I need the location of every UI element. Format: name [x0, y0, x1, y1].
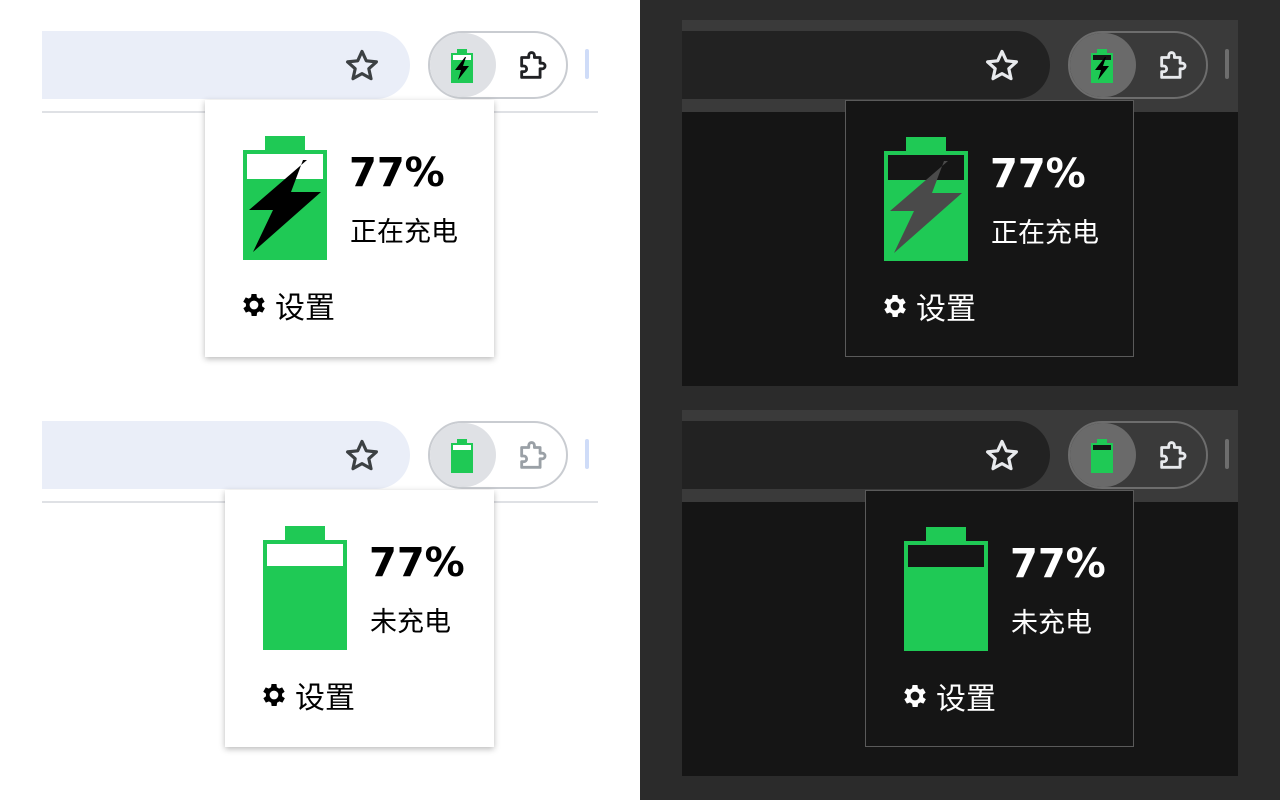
light-not-charging-scene: 77% 未充电 设置 — [0, 390, 640, 780]
light-theme-column: 77% 正在充电 设置 77% 未充电 设置 — [0, 0, 640, 800]
settings-button[interactable]: 设置 — [259, 676, 355, 716]
star-icon[interactable] — [983, 437, 1021, 475]
toolbar-edge-marker — [585, 49, 589, 79]
settings-button[interactable]: 设置 — [239, 286, 335, 326]
battery-charging-icon — [884, 137, 968, 261]
star-icon[interactable] — [983, 47, 1021, 85]
battery-popup: 77% 未充电 设置 — [865, 490, 1134, 747]
battery-icon — [263, 526, 347, 650]
battery-percentage: 77% — [1010, 541, 1106, 587]
puzzle-icon[interactable] — [1156, 439, 1190, 473]
gear-icon — [243, 294, 265, 316]
battery-percentage: 77% — [349, 150, 445, 196]
charging-status: 未充电 — [1011, 608, 1092, 639]
battery-popup: 77% 正在充电 设置 — [845, 100, 1134, 357]
battery-charging-icon — [1091, 49, 1113, 83]
settings-button[interactable]: 设置 — [900, 677, 996, 717]
battery-extension-button[interactable] — [430, 33, 496, 97]
light-charging-scene: 77% 正在充电 设置 — [0, 0, 640, 390]
battery-popup: 77% 未充电 设置 — [225, 490, 494, 747]
puzzle-icon[interactable] — [516, 49, 550, 83]
gear-icon — [263, 684, 285, 706]
battery-percentage: 77% — [990, 151, 1086, 197]
battery-extension-button[interactable] — [1070, 33, 1136, 97]
battery-percentage: 77% — [369, 540, 465, 586]
battery-charging-icon — [451, 49, 473, 83]
battery-icon — [451, 439, 473, 473]
settings-label: 设置 — [275, 291, 335, 326]
puzzle-icon[interactable] — [516, 439, 550, 473]
puzzle-icon[interactable] — [1156, 49, 1190, 83]
charging-status: 未充电 — [370, 607, 451, 638]
dark-theme-column: 77% 正在充电 设置 77% 未充电 设置 — [640, 0, 1280, 800]
settings-label: 设置 — [916, 292, 976, 327]
settings-label: 设置 — [295, 681, 355, 716]
battery-icon — [904, 527, 988, 651]
dark-charging-scene: 77% 正在充电 设置 — [640, 0, 1280, 390]
toolbar-edge-marker — [1225, 439, 1229, 469]
charging-status: 正在充电 — [350, 217, 458, 248]
battery-charging-icon — [243, 136, 327, 260]
settings-button[interactable]: 设置 — [880, 287, 976, 327]
gear-icon — [904, 685, 926, 707]
battery-icon — [1091, 439, 1113, 473]
battery-extension-button[interactable] — [1070, 423, 1136, 487]
toolbar-edge-marker — [1225, 49, 1229, 79]
settings-label: 设置 — [936, 682, 996, 717]
star-icon[interactable] — [343, 437, 381, 475]
charging-status: 正在充电 — [991, 218, 1099, 249]
battery-popup: 77% 正在充电 设置 — [205, 100, 494, 357]
battery-extension-button[interactable] — [430, 423, 496, 487]
extension-toolbar-group — [428, 421, 568, 489]
star-icon[interactable] — [343, 47, 381, 85]
extension-toolbar-group — [1068, 421, 1208, 489]
toolbar-edge-marker — [585, 439, 589, 469]
gear-icon — [884, 295, 906, 317]
extension-toolbar-group — [1068, 31, 1208, 99]
dark-not-charging-scene: 77% 未充电 设置 — [640, 390, 1280, 780]
extension-toolbar-group — [428, 31, 568, 99]
